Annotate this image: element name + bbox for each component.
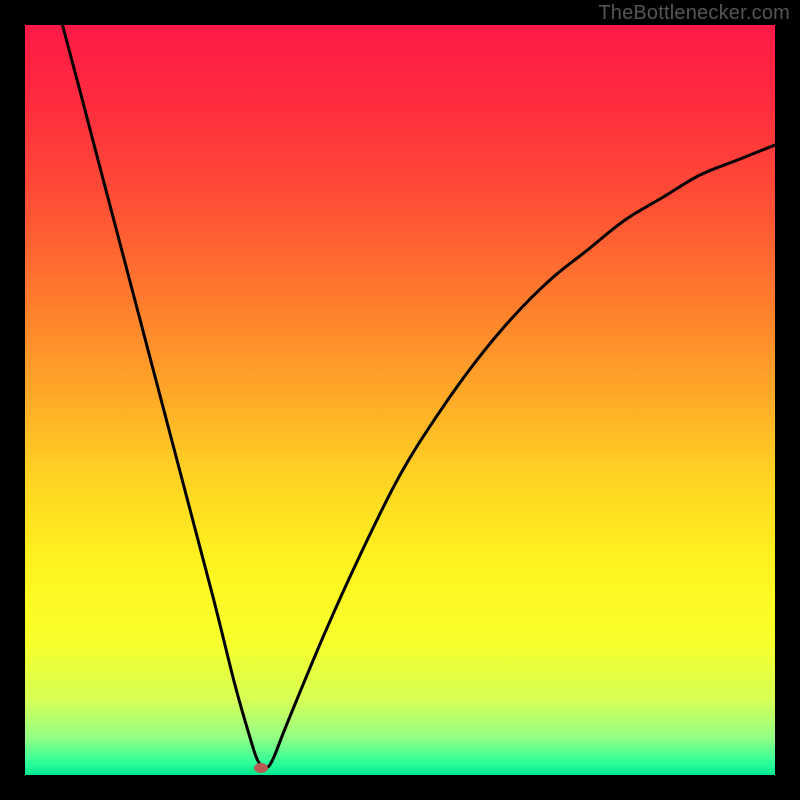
- chart-frame: TheBottlenecker.com: [0, 0, 800, 800]
- plot-inner: [25, 25, 775, 775]
- plot-area: [25, 25, 775, 775]
- attribution-text: TheBottlenecker.com: [598, 2, 790, 25]
- curve-layer: [25, 25, 775, 775]
- optimum-marker: [254, 763, 268, 773]
- bottleneck-curve: [25, 25, 775, 768]
